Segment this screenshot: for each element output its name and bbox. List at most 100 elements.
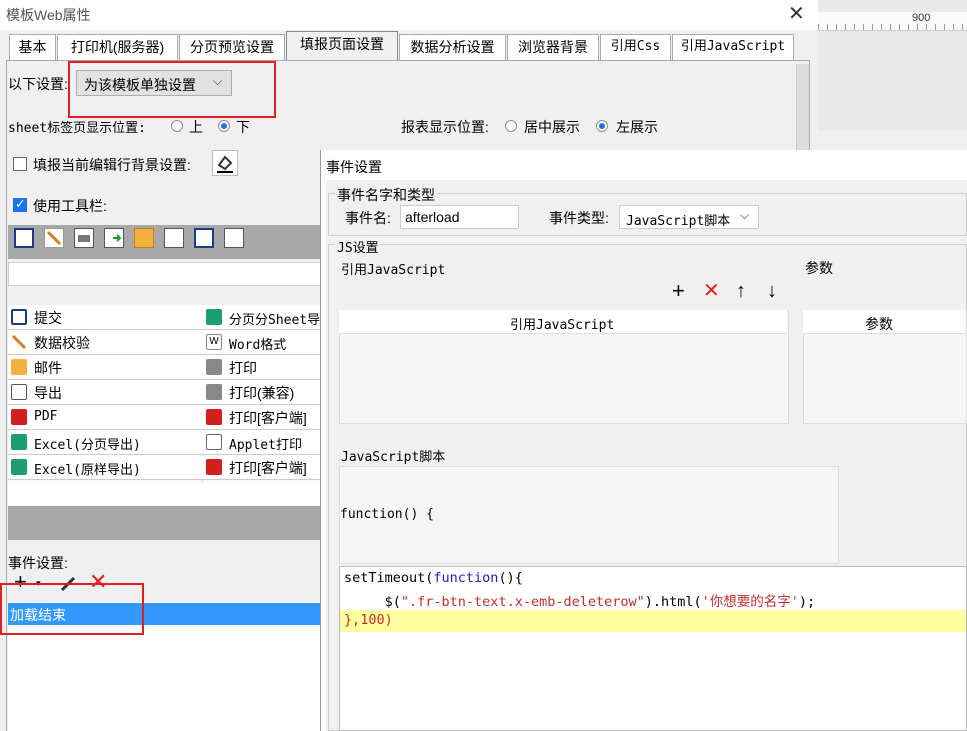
delete-icon[interactable]: ✕ — [703, 280, 720, 302]
toolbar-checkbox[interactable] — [13, 196, 27, 212]
toolbar-preview-bottom — [8, 506, 320, 540]
tab-browser-bg[interactable]: 浏览器背景 — [507, 34, 599, 60]
code-editor[interactable]: setTimeout(function(){ $(".fr-btn-text.x… — [339, 566, 967, 731]
btn-print-client-2[interactable]: 打印[客户端] — [229, 458, 320, 478]
params-header: 参数 — [803, 310, 965, 334]
sheet-pos-radio-top[interactable] — [171, 120, 183, 132]
mail-icon[interactable] — [134, 228, 154, 248]
ref-js-header: 引用JavaScript — [339, 310, 787, 334]
code-token: $( — [344, 594, 401, 610]
row-bg-checkbox[interactable] — [13, 157, 27, 171]
event-type-select[interactable]: JavaScript脚本 ⌵ — [619, 205, 759, 229]
chevron-down-icon: ⌵ — [740, 208, 750, 222]
excel-icon — [11, 434, 27, 450]
save-icon — [11, 309, 27, 325]
js-settings-title: JS设置 — [335, 237, 381, 256]
btn-excel-page[interactable]: Excel(分页导出) — [34, 434, 141, 453]
annotation-box — [68, 61, 276, 118]
annotation-box — [0, 583, 144, 635]
code-token: },100) — [344, 612, 393, 628]
code-token: setTimeout( — [344, 570, 434, 586]
scope-label: 以下设置: — [8, 76, 68, 92]
function-header: function() { — [340, 507, 434, 522]
name-type-title: 事件名字和类型 — [335, 185, 437, 205]
report-pos-radio-left[interactable] — [596, 120, 608, 132]
report-pos-center-label: 居中展示 — [524, 119, 580, 135]
close-icon[interactable]: ✕ — [788, 1, 805, 26]
ruler-mark: 900 — [912, 12, 931, 24]
code-token: (){ — [498, 570, 523, 586]
event-name-input[interactable]: afterload — [400, 205, 519, 229]
window-title: 模板Web属性 — [6, 7, 91, 23]
ref-js-col: 引用JavaScript — [510, 318, 615, 333]
add-icon[interactable]: + — [672, 280, 685, 302]
grid-empty-row — [8, 482, 320, 506]
tab-page-preview[interactable]: 分页预览设置 — [179, 34, 285, 60]
report-pos-left-label: 左展示 — [616, 119, 658, 135]
arrow-down-icon[interactable]: ↓ — [767, 280, 777, 302]
sheet-pos-top-label: 上 — [189, 119, 203, 135]
toolbar-label: 使用工具栏: — [33, 198, 107, 214]
excel-icon — [206, 309, 222, 325]
title-bar — [0, 0, 818, 30]
code-token: ); — [798, 594, 816, 610]
print-icon — [206, 359, 222, 375]
code-token: ).html( — [644, 594, 702, 610]
sheet-pos-bottom-label: 下 — [236, 119, 250, 135]
btn-excel-orig[interactable]: Excel(原样导出) — [34, 459, 141, 478]
row-bg-label: 填报当前编辑行背景设置: — [33, 157, 191, 173]
btn-applet-print[interactable]: Applet打印 — [229, 434, 302, 453]
frame-icon[interactable] — [194, 228, 214, 248]
dialog-title: 事件设置 — [326, 159, 382, 175]
btn-validate[interactable]: 数据校验 — [34, 333, 90, 353]
paint-bucket-button[interactable] — [212, 150, 238, 176]
params-col: 参数 — [865, 316, 893, 332]
tab-printer[interactable]: 打印机(服务器) — [57, 34, 178, 60]
report-pos-label: 报表显示位置: — [401, 119, 489, 135]
code-keyword: function — [433, 570, 499, 586]
sheet-pos-label: sheet标签页显示位置: — [8, 121, 146, 136]
pdf-icon — [11, 409, 27, 425]
tab-fill-page[interactable]: 填报页面设置 — [286, 31, 398, 61]
pdf-icon — [206, 459, 222, 475]
script-label: JavaScript脚本 — [341, 450, 446, 465]
ruler — [818, 12, 967, 31]
tab-ref-js[interactable]: 引用JavaScript — [672, 34, 794, 60]
flash-print-icon — [206, 409, 222, 425]
report-pos-radio-center[interactable] — [505, 120, 517, 132]
indent-icon[interactable] — [224, 228, 244, 248]
print-icon — [206, 384, 222, 400]
code-line-2: $(".fr-btn-text.x-emb-deleterow").html('… — [344, 590, 816, 610]
tab-data-analysis[interactable]: 数据分析设置 — [399, 34, 506, 60]
validate-icon[interactable] — [44, 228, 64, 248]
btn-print[interactable]: 打印 — [229, 358, 257, 378]
btn-pdf[interactable]: PDF — [34, 409, 57, 424]
print-icon[interactable] — [74, 228, 94, 248]
code-string: '你想要的名字' — [701, 594, 799, 610]
tab-basic[interactable]: 基本 — [9, 34, 56, 60]
applet-icon — [206, 434, 222, 450]
btn-submit[interactable]: 提交 — [34, 308, 62, 328]
tab-ref-css[interactable]: 引用Css — [600, 34, 671, 60]
code-string: ".fr-btn-text.x-emb-deleterow" — [400, 594, 645, 610]
btn-print-compat[interactable]: 打印(兼容) — [229, 383, 294, 403]
current-line-highlight — [340, 610, 966, 632]
arrow-up-icon[interactable]: ↑ — [736, 280, 746, 302]
btn-word[interactable]: Word格式 — [229, 334, 286, 353]
event-name-value: afterload — [405, 209, 460, 225]
validate-icon — [11, 334, 27, 350]
align-icon[interactable] — [164, 228, 184, 248]
save-icon[interactable] — [14, 228, 34, 248]
btn-export[interactable]: 导出 — [34, 383, 62, 403]
export-icon — [11, 384, 27, 400]
excel-icon — [11, 459, 27, 475]
export-icon[interactable] — [104, 228, 124, 248]
ref-js-label: 引用JavaScript — [341, 263, 446, 278]
code-line-3: },100) — [344, 612, 393, 628]
btn-page-sheet[interactable]: 分页分Sheet导 — [229, 309, 320, 328]
mail-icon — [11, 359, 27, 375]
sheet-pos-radio-bottom[interactable] — [218, 120, 230, 132]
word-icon: W — [206, 334, 222, 350]
btn-mail[interactable]: 邮件 — [34, 358, 62, 378]
btn-print-client[interactable]: 打印[客户端] — [229, 408, 320, 428]
